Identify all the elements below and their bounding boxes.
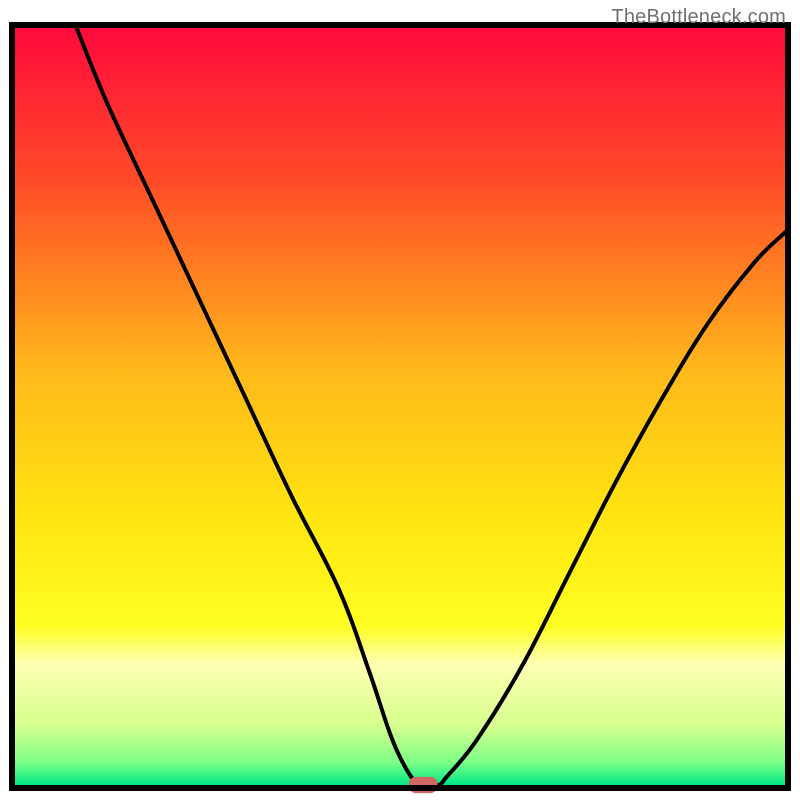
plot-background [15, 28, 785, 785]
bottleneck-chart: TheBottleneck.com [0, 0, 800, 800]
chart-canvas [0, 0, 800, 800]
watermark-text: TheBottleneck.com [611, 6, 786, 29]
